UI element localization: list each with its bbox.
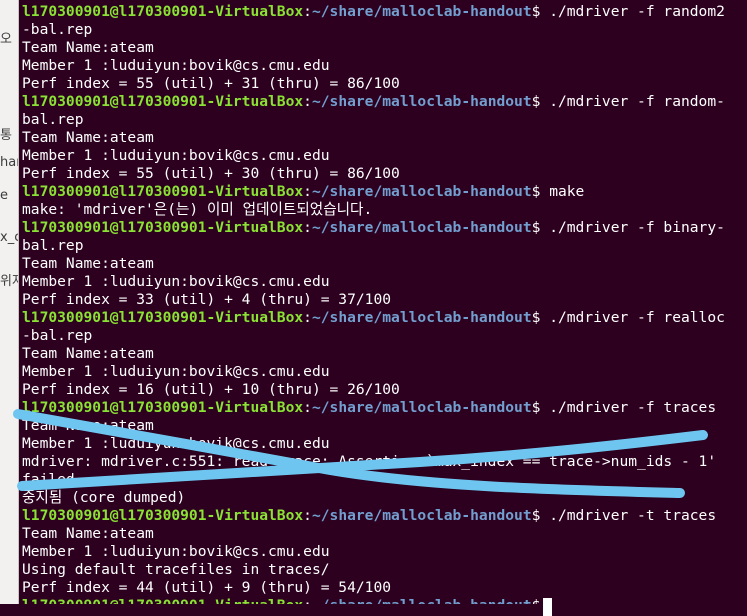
prompt-colon: :	[303, 183, 312, 200]
output-line: Team Name:ateam	[22, 417, 154, 434]
prompt-command: $ ./mdriver -f random-	[531, 93, 725, 110]
prompt-colon: :	[303, 399, 312, 416]
prompt-command: $ ./mdriver -f traces	[531, 399, 717, 416]
output-line: Team Name:ateam	[22, 525, 154, 542]
prompt-path: ~/share/malloclab-handout	[312, 597, 532, 604]
prompt-colon: :	[303, 219, 312, 236]
output-line: failed.	[22, 471, 84, 488]
prompt-user: l170300901@l170300901-VirtualBox	[22, 399, 304, 416]
prompt-user: l170300901@l170300901-VirtualBox	[22, 93, 304, 110]
prompt-line: l170300901@l170300901-VirtualBox:~/share…	[22, 93, 725, 111]
prompt-colon: :	[303, 309, 312, 326]
output-line: Member 1 :luduiyun:bovik@cs.cmu.edu	[22, 273, 330, 290]
sidebar-fragment: x_c	[0, 230, 18, 245]
prompt-colon: :	[303, 3, 312, 20]
output-line: 중지됨 (core dumped)	[22, 489, 186, 506]
terminal-output[interactable]: l170300901@l170300901-VirtualBox:~/share…	[19, 0, 747, 604]
output-line: Member 1 :luduiyun:bovik@cs.cmu.edu	[22, 543, 330, 560]
prompt-path: ~/share/malloclab-handout	[311, 183, 532, 200]
sidebar-fragment: har	[0, 155, 18, 170]
output-line: mdriver: mdriver.c:551: read_trace: Asse…	[22, 453, 717, 470]
prompt-path: ~/share/malloclab-handout	[311, 93, 532, 110]
prompt-line: l170300901@l170300901-VirtualBox:~/share…	[22, 219, 725, 237]
prompt-user: l170300901@l170300901-VirtualBox	[22, 309, 304, 326]
text-cursor	[543, 598, 552, 616]
output-line: -bal.rep	[22, 327, 93, 344]
prompt-line: l170300901@l170300901-VirtualBox:~/share…	[22, 399, 716, 417]
prompt-colon: :	[303, 507, 312, 524]
prompt-line: l170300901@l170300901-VirtualBox:~/share…	[22, 309, 725, 327]
prompt-command: $ ./mdriver -f random2	[531, 3, 725, 20]
output-line: Team Name:ateam	[22, 39, 154, 56]
prompt-path: ~/share/malloclab-handout	[311, 219, 532, 236]
prompt-path: ~/share/malloclab-handout	[311, 399, 532, 416]
output-line: make: 'mdriver'은(는) 이미 업데이트되었습니다.	[22, 201, 373, 218]
sidebar-fragment: 위자	[0, 274, 18, 289]
output-line: Perf index = 16 (util) + 10 (thru) = 26/…	[22, 381, 400, 398]
prompt-user: l170300901@l170300901-VirtualBox	[22, 597, 303, 604]
prompt-user: l170300901@l170300901-VirtualBox	[22, 3, 304, 20]
prompt-user: l170300901@l170300901-VirtualBox	[22, 183, 304, 200]
output-line: -bal.rep	[22, 21, 93, 38]
output-line: Member 1 :luduiyun:bovik@cs.cmu.edu	[22, 435, 330, 452]
output-line: Perf index = 44 (util) + 9 (thru) = 54/1…	[22, 579, 392, 596]
prompt-path: ~/share/malloclab-handout	[311, 507, 532, 524]
output-line: Team Name:ateam	[22, 345, 154, 362]
output-line: Perf index = 33 (util) + 4 (thru) = 37/1…	[22, 291, 392, 308]
prompt-user: l170300901@l170300901-VirtualBox	[22, 219, 304, 236]
output-line: Team Name:ateam	[22, 255, 154, 272]
output-line: bal.rep	[22, 237, 84, 254]
prompt-command: $ ./mdriver -f realloc	[531, 309, 725, 326]
prompt-line: l170300901@l170300901-VirtualBox:~/share…	[22, 597, 549, 604]
prompt-line: l170300901@l170300901-VirtualBox:~/share…	[22, 183, 584, 201]
sidebar-fragment: 통	[0, 128, 12, 143]
output-line: Perf index = 55 (util) + 30 (thru) = 86/…	[22, 165, 400, 182]
output-line: Member 1 :luduiyun:bovik@cs.cmu.edu	[22, 363, 330, 380]
prompt-command: $ make	[531, 183, 585, 200]
prompt-line: l170300901@l170300901-VirtualBox:~/share…	[22, 507, 716, 525]
background-window-edge: 오통 har e x_c 위자	[0, 0, 19, 604]
output-line: Perf index = 55 (util) + 31 (thru) = 86/…	[22, 75, 400, 92]
output-line: Member 1 :luduiyun:bovik@cs.cmu.edu	[22, 57, 330, 74]
prompt-command: $ ./mdriver -f binary-	[531, 219, 725, 236]
prompt-colon: :	[303, 93, 312, 110]
prompt-path: ~/share/malloclab-handout	[311, 309, 532, 326]
prompt-line: l170300901@l170300901-VirtualBox:~/share…	[22, 3, 725, 21]
output-line: Member 1 :luduiyun:bovik@cs.cmu.edu	[22, 147, 330, 164]
prompt-user: l170300901@l170300901-VirtualBox	[22, 507, 304, 524]
output-line: Using default tracefiles in traces/	[22, 561, 330, 578]
prompt-command: $ ./mdriver -t traces	[531, 507, 717, 524]
sidebar-fragment: 오	[0, 32, 12, 47]
output-line: bal.rep	[22, 111, 84, 128]
sidebar-fragment: e	[0, 188, 8, 203]
prompt-colon: :	[303, 597, 312, 604]
prompt-path: ~/share/malloclab-handout	[311, 3, 532, 20]
output-line: Team Name:ateam	[22, 129, 154, 146]
